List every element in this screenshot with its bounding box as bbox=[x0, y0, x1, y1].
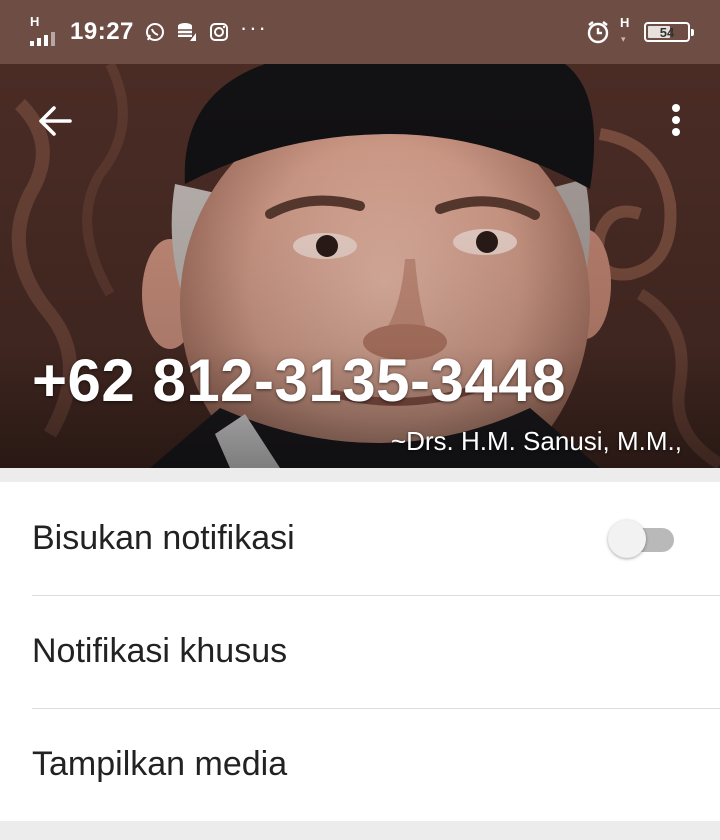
battery-icon: 54 bbox=[644, 22, 694, 42]
more-vertical-icon bbox=[672, 104, 680, 136]
mute-notifications-row[interactable]: Bisukan notifikasi bbox=[0, 482, 720, 595]
section-divider bbox=[0, 821, 720, 840]
alarm-icon bbox=[586, 20, 610, 44]
more-options-button[interactable] bbox=[660, 100, 692, 142]
row-label: Notifikasi khusus bbox=[32, 632, 288, 670]
status-time: 19:27 bbox=[70, 18, 134, 45]
contact-header: +62 812-3135-3448 ~Drs. H.M. Sanusi, M.M… bbox=[0, 64, 720, 468]
back-button[interactable] bbox=[34, 100, 76, 142]
mute-notifications-toggle[interactable] bbox=[608, 519, 674, 559]
phone-number: +62 812-3135-3448 bbox=[32, 347, 566, 414]
row-label: Bisukan notifikasi bbox=[32, 519, 295, 557]
more-notifications-indicator: ··· bbox=[239, 15, 268, 40]
contact-name: ~Drs. H.M. Sanusi, M.M., bbox=[390, 426, 682, 456]
battery-level: 54 bbox=[659, 24, 675, 40]
signal-icon: H bbox=[30, 14, 60, 46]
whatsapp-icon bbox=[144, 21, 166, 43]
arrow-left-icon bbox=[39, 106, 72, 136]
media-visibility-row[interactable]: Tampilkan media bbox=[0, 708, 720, 821]
status-bar: H 19:27 ··· H ▾ 54 bbox=[0, 0, 720, 64]
row-label: Tampilkan media bbox=[32, 745, 288, 783]
network-type-icon: H ▾ bbox=[620, 15, 630, 44]
data-saver-icon bbox=[176, 21, 198, 43]
custom-notifications-row[interactable]: Notifikasi khusus bbox=[0, 595, 720, 708]
contact-settings-list: Bisukan notifikasi Notifikasi khusus Tam… bbox=[0, 482, 720, 821]
instagram-icon bbox=[208, 21, 230, 43]
